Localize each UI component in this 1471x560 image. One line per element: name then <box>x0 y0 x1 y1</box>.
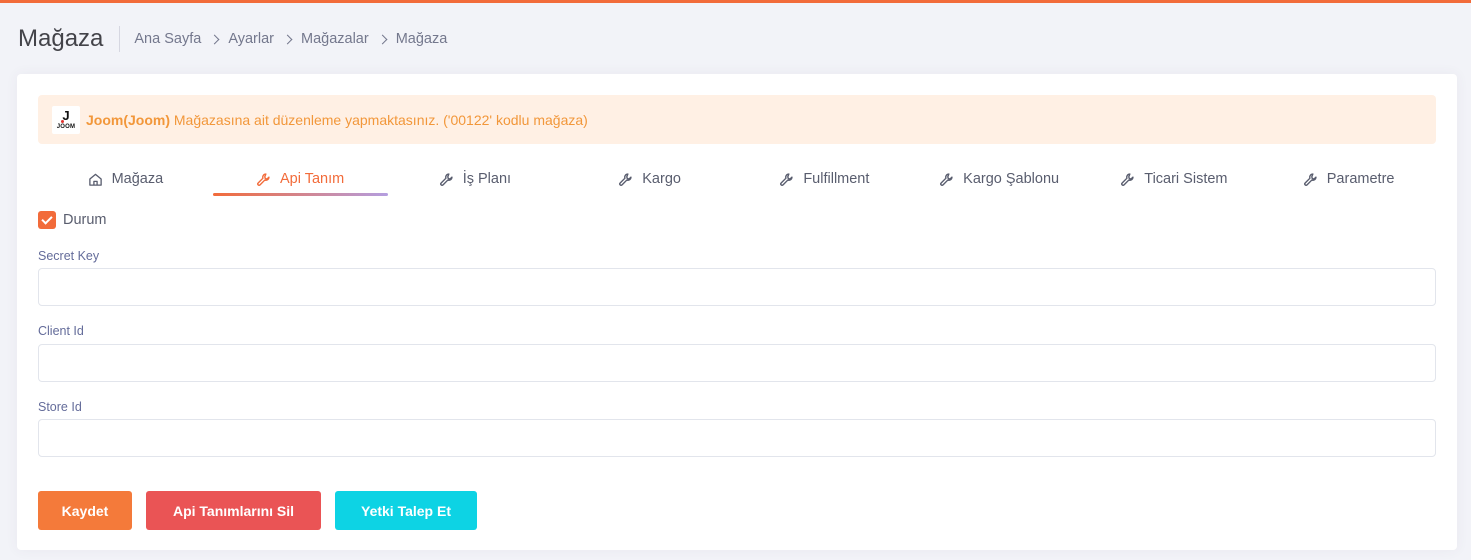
store-edit-card: J JOOM Joom(Joom) Mağazasına ait düzenle… <box>17 74 1457 550</box>
status-label: Durum <box>63 212 107 228</box>
secret-key-label: Secret Key <box>38 249 100 263</box>
breadcrumb-current: Mağaza <box>395 31 448 47</box>
wrench-icon <box>1303 172 1317 186</box>
tab-label: Ticari Sistem <box>1144 171 1228 187</box>
chevron-right-icon <box>377 34 388 45</box>
chevron-right-icon <box>282 34 293 45</box>
wrench-icon <box>619 172 632 186</box>
tab-magaza[interactable]: Mağaza <box>38 162 213 196</box>
breadcrumb-home[interactable]: Ana Sayfa <box>134 31 201 47</box>
tab-label: İş Planı <box>462 171 512 187</box>
tab-fulfillment[interactable]: Fulfillment <box>737 162 912 196</box>
breadcrumb-settings[interactable]: Ayarlar <box>228 31 274 47</box>
tab-label: Fulfillment <box>803 171 870 187</box>
page-title: Mağaza <box>18 25 104 52</box>
joom-logo: J JOOM <box>52 105 80 134</box>
top-accent-bar <box>0 0 1471 3</box>
subheader: Mağaza Ana Sayfa Ayarlar Mağazalar Mağaz… <box>18 22 447 56</box>
request-authorization-button[interactable]: Yetki Talep Et <box>335 491 477 530</box>
wrench-icon <box>940 172 953 186</box>
store-tabs: Mağaza Api Tanım İş Planı Kargo Fulfillm… <box>38 162 1436 198</box>
save-button[interactable]: Kaydet <box>38 491 132 530</box>
tab-label: Kargo <box>642 171 681 187</box>
chevron-right-icon <box>209 34 220 45</box>
breadcrumb-stores[interactable]: Mağazalar <box>301 31 369 47</box>
joom-logo-text: JOOM <box>56 123 76 130</box>
client-id-input[interactable] <box>38 344 1436 382</box>
form-actions: Kaydet Api Tanımlarını Sil Yetki Talep E… <box>38 491 491 530</box>
tab-is-plani[interactable]: İş Planı <box>388 162 563 196</box>
breadcrumb: Ana Sayfa Ayarlar Mağazalar Mağaza <box>134 31 447 47</box>
secret-key-input[interactable] <box>38 268 1436 306</box>
tab-parametre[interactable]: Parametre <box>1261 162 1436 196</box>
tab-kargo[interactable]: Kargo <box>562 162 737 196</box>
alert-store-name: Joom(Joom) <box>86 111 170 128</box>
tab-label: Kargo Şablonu <box>963 171 1060 187</box>
alert-message: Joom(Joom) Mağazasına ait düzenleme yapm… <box>86 112 588 128</box>
title-separator <box>119 26 121 52</box>
delete-api-definitions-button[interactable]: Api Tanımlarını Sil <box>146 491 321 530</box>
tab-label: Api Tanım <box>280 171 345 187</box>
store-id-label: Store Id <box>38 400 82 414</box>
alert-message-text: Mağazasına ait düzenleme yapmaktasınız. … <box>170 111 588 128</box>
store-info-alert: J JOOM Joom(Joom) Mağazasına ait düzenle… <box>38 95 1436 144</box>
wrench-icon <box>780 172 793 186</box>
tab-api-tanim[interactable]: Api Tanım <box>212 162 388 196</box>
tab-label: Mağaza <box>111 171 164 187</box>
store-id-input[interactable] <box>38 419 1436 457</box>
status-checkbox-row: Durum <box>38 211 107 229</box>
tab-ticari-sistem[interactable]: Ticari Sistem <box>1087 162 1262 196</box>
tab-label: Parametre <box>1326 171 1395 187</box>
wrench-icon <box>1121 172 1134 186</box>
tab-kargo-sablonu[interactable]: Kargo Şablonu <box>912 162 1087 196</box>
status-checkbox[interactable] <box>38 211 56 229</box>
joom-logo-letter: J <box>61 107 70 123</box>
wrench-icon <box>257 172 270 186</box>
wrench-icon <box>439 172 453 186</box>
client-id-label: Client Id <box>38 324 84 338</box>
home-icon <box>88 173 102 186</box>
checkmark-icon <box>41 213 53 225</box>
